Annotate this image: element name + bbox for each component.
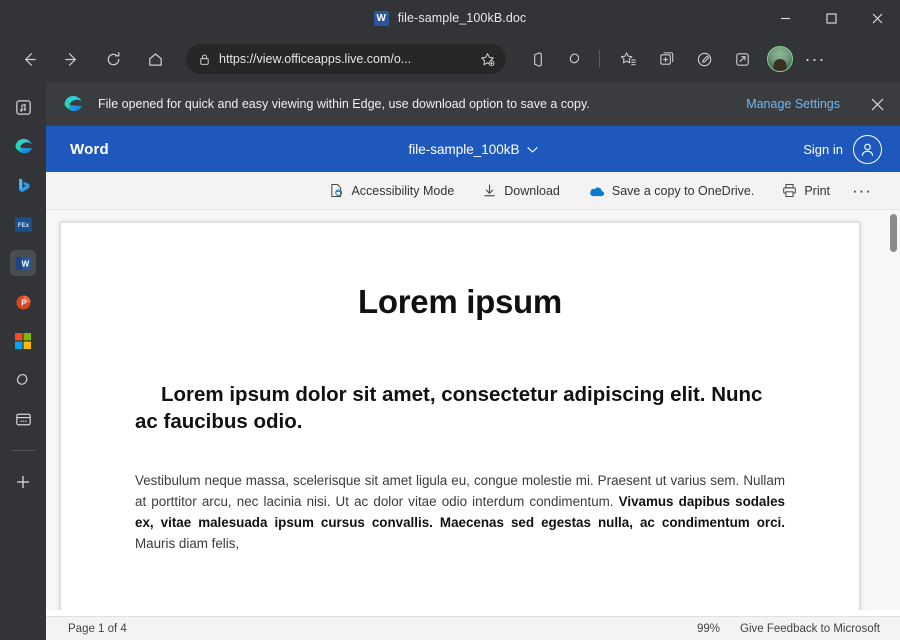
word-icon bbox=[373, 10, 389, 26]
forward-arrow-icon[interactable] bbox=[54, 43, 88, 75]
collections-icon[interactable] bbox=[649, 43, 683, 75]
word-app-header: Word file-sample_100kB Sign in bbox=[46, 126, 900, 172]
onedrive-icon bbox=[588, 184, 605, 198]
document-subheading: Lorem ipsum dolor sit amet, consectetur … bbox=[135, 383, 763, 434]
sidebar-add-button[interactable] bbox=[10, 469, 36, 495]
document-command-bar: Accessibility Mode Download Save a copy … bbox=[46, 172, 900, 210]
status-bar-right: 99% Give Feedback to Microsoft bbox=[697, 623, 880, 635]
document-viewport[interactable]: Lorem ipsum Lorem ipsum dolor sit amet, … bbox=[46, 210, 900, 610]
save-to-onedrive-button[interactable]: Save a copy to OneDrive. bbox=[578, 176, 764, 206]
document-paragraph: Vestibulum neque massa, scelerisque sit … bbox=[135, 470, 785, 555]
edge-logo-icon bbox=[62, 93, 84, 115]
lock-icon bbox=[198, 53, 211, 66]
url-text: https://view.officeapps.live.com/o... bbox=[219, 52, 412, 66]
browser-actions: ··· bbox=[516, 43, 831, 75]
window-title: file-sample_100kB.doc bbox=[373, 10, 527, 26]
svg-text:FEx: FEx bbox=[17, 221, 29, 228]
sidebar-item-powerpoint-icon[interactable]: P bbox=[10, 289, 36, 315]
home-icon[interactable] bbox=[138, 43, 172, 75]
sidebar-item-microsoft-365-icon[interactable] bbox=[10, 328, 36, 354]
accessibility-icon bbox=[329, 183, 344, 198]
minimize-button[interactable] bbox=[762, 0, 808, 36]
manage-settings-link[interactable]: Manage Settings bbox=[746, 97, 840, 111]
back-arrow-icon[interactable] bbox=[12, 43, 46, 75]
sidebar-item-edge-icon[interactable] bbox=[10, 133, 36, 159]
document-name-dropdown[interactable]: file-sample_100kB bbox=[408, 141, 538, 157]
screenshot-icon[interactable] bbox=[687, 43, 721, 75]
scrollbar-thumb[interactable] bbox=[890, 214, 897, 252]
sidebar-divider bbox=[11, 450, 35, 451]
share-icon[interactable] bbox=[725, 43, 759, 75]
sidebar-item-fex-icon[interactable]: FEx bbox=[10, 211, 36, 237]
page-content: File opened for quick and easy viewing w… bbox=[46, 82, 900, 640]
svg-text:W: W bbox=[21, 259, 29, 268]
window-controls bbox=[762, 0, 900, 36]
sidebar-item-tools-icon[interactable] bbox=[10, 406, 36, 432]
maximize-button[interactable] bbox=[808, 0, 854, 36]
chevron-down-icon bbox=[526, 142, 538, 157]
close-button[interactable] bbox=[854, 0, 900, 36]
print-icon bbox=[782, 183, 797, 198]
refresh-icon[interactable] bbox=[96, 43, 130, 75]
address-bar[interactable]: https://view.officeapps.live.com/o... bbox=[186, 44, 506, 74]
command-bar-more-icon[interactable]: ··· bbox=[848, 181, 886, 201]
favorites-list-icon[interactable] bbox=[611, 43, 645, 75]
page-indicator: Page 1 of 4 bbox=[68, 622, 127, 635]
notification-message: File opened for quick and easy viewing w… bbox=[98, 97, 590, 111]
sidebar-item-media-player-icon[interactable] bbox=[10, 94, 36, 120]
feedback-link[interactable]: Give Feedback to Microsoft bbox=[740, 623, 880, 635]
window-title-text: file-sample_100kB.doc bbox=[397, 11, 527, 25]
download-button[interactable]: Download bbox=[472, 176, 570, 206]
word-brand-label: Word bbox=[70, 140, 109, 158]
print-button[interactable]: Print bbox=[772, 176, 840, 206]
sidebar-item-bing-copilot-icon[interactable] bbox=[10, 172, 36, 198]
word-header-right: Sign in bbox=[803, 134, 882, 164]
browser-toolbar: https://view.officeapps.live.com/o... ··… bbox=[0, 36, 900, 82]
copilot-icon[interactable] bbox=[558, 43, 592, 75]
paragraph-text-2: Mauris diam felis, bbox=[135, 536, 240, 552]
office-icon[interactable] bbox=[520, 43, 554, 75]
profile-avatar[interactable] bbox=[767, 46, 793, 72]
zoom-level[interactable]: 99% bbox=[697, 623, 720, 635]
accessibility-mode-button[interactable]: Accessibility Mode bbox=[319, 176, 464, 206]
svg-text:P: P bbox=[21, 298, 27, 307]
sign-in-button[interactable]: Sign in bbox=[803, 142, 843, 157]
status-bar: Page 1 of 4 99% Give Feedback to Microso… bbox=[46, 616, 900, 640]
person-icon[interactable] bbox=[853, 134, 882, 164]
sidebar-item-word-icon[interactable]: W bbox=[10, 250, 36, 276]
browser-window: file-sample_100kB.doc bbox=[0, 0, 900, 640]
download-icon bbox=[482, 183, 497, 198]
document-page: Lorem ipsum Lorem ipsum dolor sit amet, … bbox=[60, 222, 860, 610]
toolbar-divider bbox=[599, 50, 600, 68]
add-favorite-star-icon[interactable] bbox=[474, 46, 500, 72]
print-label: Print bbox=[804, 183, 831, 198]
vertical-scrollbar[interactable] bbox=[886, 210, 900, 610]
sidebar-item-copilot-outline-icon[interactable] bbox=[10, 367, 36, 393]
browser-settings-more-icon[interactable]: ··· bbox=[799, 43, 831, 75]
download-label: Download bbox=[504, 183, 560, 198]
accessibility-mode-label: Accessibility Mode bbox=[351, 183, 455, 198]
sidebar-rail: FEx W P bbox=[0, 82, 46, 640]
close-icon[interactable] bbox=[860, 87, 894, 121]
document-heading: Lorem ipsum bbox=[358, 283, 562, 320]
title-bar: file-sample_100kB.doc bbox=[0, 0, 900, 36]
edge-notification-bar: File opened for quick and easy viewing w… bbox=[46, 82, 900, 126]
save-to-onedrive-label: Save a copy to OneDrive. bbox=[611, 183, 755, 198]
document-name-label: file-sample_100kB bbox=[408, 141, 520, 157]
